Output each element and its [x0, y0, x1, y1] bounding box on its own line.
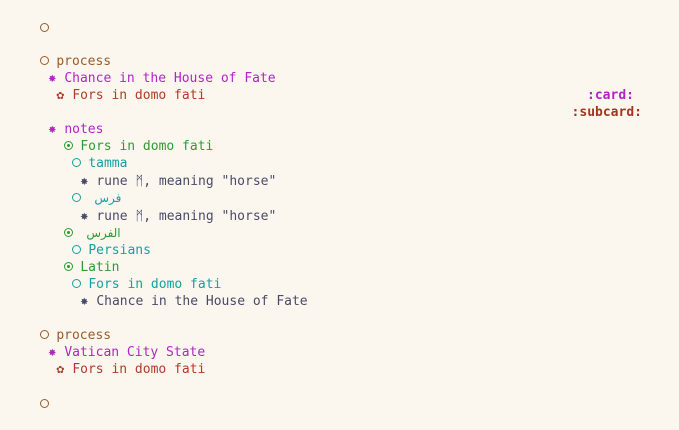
outline-line[interactable]: [9, 3, 679, 32]
outline-line[interactable]: ✸ rune ᛗ, meaning "horse": [49, 191, 679, 224]
flower-bullet-icon[interactable]: ✿: [56, 361, 72, 378]
asterisk-bullet-icon[interactable]: ✸: [80, 293, 96, 310]
line-text: Fors in domo fati: [72, 362, 206, 377]
outline-line[interactable]: Fors in domo fati: [33, 121, 679, 154]
outline-line[interactable]: process: [9, 36, 679, 69]
outline-line[interactable]: ✸ notes: [17, 104, 679, 137]
outline-line[interactable]: Fors in domo fati: [41, 259, 679, 292]
outline-line[interactable]: ✸ Vatican City State: [17, 327, 679, 360]
hollow-circle-icon[interactable]: [40, 396, 56, 413]
outline-line[interactable]: ✿ Fors in domo fati: [25, 344, 679, 377]
flower-bullet-icon[interactable]: ✿: [56, 87, 72, 104]
outline-line[interactable]: process: [9, 310, 679, 343]
outline-line[interactable]: فرس: [41, 173, 679, 205]
outline-line[interactable]: Latin: [33, 242, 679, 275]
outline-line[interactable]: الفرس: [33, 208, 679, 240]
outline-line[interactable]: ✸ rune ᛗ, meaning "horse": [49, 156, 679, 189]
outline-line[interactable]: ✸ Chance in the House of Fate :card:: [17, 53, 679, 103]
line-text: Fors in domo fati: [72, 88, 206, 103]
outline-line[interactable]: [9, 379, 679, 408]
outline-line[interactable]: tamma: [41, 138, 679, 171]
outline-editor[interactable]: process ✸ Chance in the House of Fate :ca…: [0, 0, 679, 408]
outline-line[interactable]: ✿ Fors in domo fati :subcard:: [25, 70, 679, 120]
hollow-circle-icon[interactable]: [40, 20, 56, 37]
outline-line[interactable]: ✸ Chance in the House of Fate: [49, 276, 679, 309]
tag-card: :card:: [587, 88, 634, 103]
outline-line[interactable]: Persians: [41, 225, 679, 258]
line-text: Chance in the House of Fate: [96, 294, 308, 309]
